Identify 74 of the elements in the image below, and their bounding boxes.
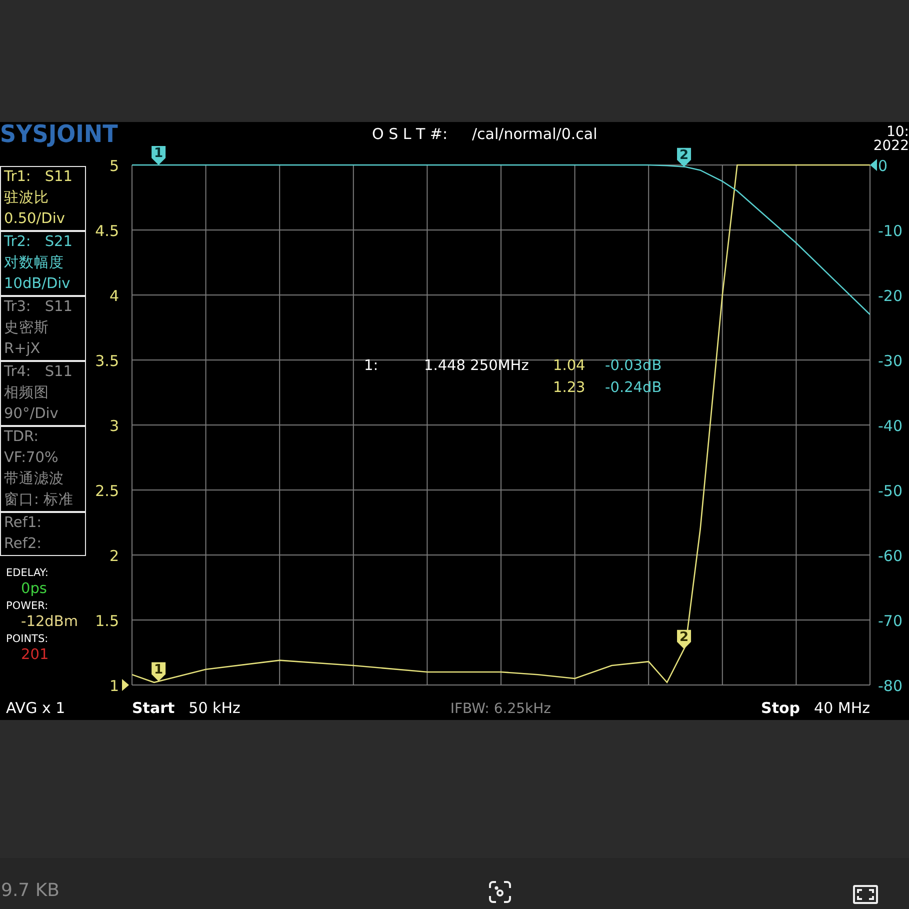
axis-tick-label: 4.5	[95, 222, 119, 240]
axis-tick-label: 3	[109, 417, 119, 435]
trace-panel[interactable]: Tr4: S11 相频图 90°/Div	[0, 361, 86, 426]
axis-tick-label: 0	[878, 157, 888, 175]
axis-tick-label: -70	[878, 612, 902, 630]
trace-name[interactable]: Tr2:	[4, 232, 31, 253]
axis-tick-label: 3.5	[95, 352, 119, 370]
status-label: POWER:	[6, 599, 50, 614]
trace-setting: 史密斯	[4, 318, 50, 338]
info-line: 窗口: 标准	[4, 490, 74, 510]
calibration-file: /cal/normal/0.cal	[472, 125, 598, 143]
marker-frequency: 1.448 250MHz	[424, 358, 529, 374]
trace-parameter: S11	[44, 363, 72, 382]
marker-value: 1.04	[553, 358, 586, 374]
marker-flag: 2	[677, 148, 692, 167]
brand-logo: SYSJOINT	[0, 122, 119, 146]
file-size: 9.7 KB	[1, 879, 60, 901]
axis-tick-label: -30	[878, 352, 902, 370]
start-label: Start	[132, 698, 175, 716]
reference-pointer-icon	[122, 679, 129, 691]
trace-setting: R+jX	[4, 340, 42, 359]
axis-tick-label: -80	[878, 677, 902, 695]
status-value: 201	[20, 647, 50, 664]
trace-name[interactable]: Tr4:	[4, 362, 31, 383]
marker-value: 1.23	[553, 380, 586, 396]
status-value: -12dBm	[20, 614, 79, 631]
marker-label: 1:	[364, 358, 378, 374]
averaging-label: AVG x 1	[5, 698, 66, 716]
axis-tick-label: -20	[878, 287, 902, 305]
status-value: 0ps	[20, 581, 48, 598]
info-line: TDR:	[4, 428, 40, 447]
trace-parameter: S11	[44, 298, 72, 317]
ifbw-label: IFBW: 6.25kHz	[450, 700, 552, 716]
trace-setting: 10dB/Div	[4, 275, 72, 294]
trace-setting: 对数幅度	[4, 254, 65, 273]
marker-flag: 2	[677, 630, 692, 649]
axis-tick-label: 2	[109, 547, 119, 565]
stop-frequency: 40 MHz	[814, 698, 871, 716]
info-line: Ref1:	[4, 514, 43, 533]
trace-setting: 0.50/Div	[4, 210, 66, 229]
trace-name[interactable]: Tr3:	[4, 297, 31, 318]
axis-tick-label: -60	[878, 547, 902, 565]
status-label: POINTS:	[6, 632, 50, 647]
calibration-label: O S L T #:	[372, 125, 449, 143]
trace-name[interactable]: Tr1:	[4, 167, 31, 188]
fullscreen-icon[interactable]	[853, 885, 878, 904]
axis-tick-label: 4	[109, 287, 119, 305]
axis-tick-label: -50	[878, 482, 902, 500]
axis-tick-label: 2.5	[95, 482, 119, 500]
trace-parameter: S11	[44, 168, 72, 187]
trace-parameter: S21	[44, 233, 72, 252]
trace-setting: 驻波比	[4, 188, 50, 208]
axis-tick-label: 1	[109, 677, 119, 695]
trace-panel[interactable]: Tr2: S21 对数幅度 10dB/Div	[0, 231, 86, 296]
axis-tick-label: 1.5	[95, 612, 119, 630]
trace-panel[interactable]: Tr1: S11 驻波比 0.50/Div	[0, 166, 86, 231]
trace-setting: 90°/Div	[4, 405, 60, 424]
axis-tick-label: -10	[878, 222, 902, 240]
axis-tick-label: 5	[109, 157, 119, 175]
marker-flag: 1	[152, 146, 166, 165]
scan-icon[interactable]	[488, 880, 512, 904]
marker-flag: 1	[152, 662, 166, 682]
axis-tick-label: -40	[878, 417, 902, 435]
trace-setting: 相频图	[4, 384, 50, 403]
info-line: Ref2:	[4, 535, 43, 554]
clock-date: 2022	[873, 139, 909, 153]
stop-label: Stop	[761, 698, 800, 716]
info-line: 带通滤波	[4, 470, 65, 489]
start-frequency: 50 kHz	[188, 698, 240, 716]
trace-panel[interactable]: Tr3: S11 史密斯 R+jX	[0, 296, 86, 361]
info-line: VF:70%	[4, 449, 60, 468]
clock-time: 10:	[886, 125, 909, 139]
reference-pointer-icon	[870, 159, 877, 171]
status-label: EDELAY:	[6, 566, 50, 581]
